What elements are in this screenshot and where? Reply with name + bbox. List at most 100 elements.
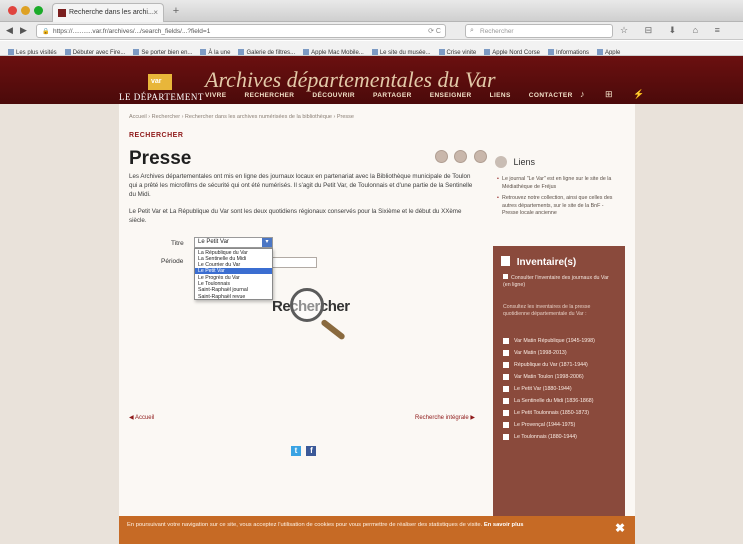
search-placeholder: Rechercher — [480, 28, 514, 35]
var-logo[interactable]: var — [148, 74, 172, 90]
url-bar[interactable]: 🔒 https://...........var.fr/archives/...… — [36, 24, 446, 38]
inventaire-item-label: Le Petit Toulonnais (1850-1873) — [514, 410, 589, 416]
dropdown-option[interactable]: Saint-Raphaël revue — [195, 293, 272, 300]
nav-item-contacter[interactable]: CONTACTER — [529, 92, 573, 99]
bookmark-item[interactable]: Galerie de filtres... — [238, 49, 295, 55]
share-icon[interactable] — [473, 150, 487, 163]
bookmark-icon — [547, 49, 554, 55]
inventaire-item[interactable]: Le Provençal (1944-1975) — [503, 422, 618, 429]
nav-item-liens[interactable]: LIENS — [490, 92, 511, 99]
tab-close-icon[interactable]: × — [153, 8, 158, 17]
browser-tab[interactable]: Recherche dans les archi... × — [52, 3, 164, 22]
site-title[interactable]: Archives départementales du Var — [205, 67, 496, 93]
chevron-down-icon[interactable]: ▾ — [262, 238, 272, 247]
square-bullet-icon — [503, 386, 509, 392]
inventaire-item-label: Var Matin Toulon (1998-2006) — [514, 374, 584, 380]
bookmark-item[interactable]: Apple — [596, 49, 620, 55]
titre-label: Titre — [171, 240, 184, 247]
inventaire-list: Var Matin République (1945-1998) Var Mati… — [503, 338, 618, 446]
minimize-window-button[interactable] — [21, 6, 30, 15]
square-bullet-icon — [503, 374, 509, 380]
bookmark-item[interactable]: Le site du musée... — [371, 49, 431, 55]
cookie-message: En poursuivant votre navigation sur ce s… — [127, 522, 484, 528]
bookmark-icon — [484, 49, 491, 55]
inventaire-heading: Inventaire(s) — [501, 256, 576, 268]
next-link[interactable]: Recherche intégrale ▶ — [415, 414, 475, 421]
cookie-text: En poursuivant votre navigation sur ce s… — [127, 521, 577, 529]
close-window-button[interactable] — [8, 6, 17, 15]
inventaire-title: Inventaire(s) — [516, 257, 577, 268]
site-favicon-icon — [58, 9, 66, 17]
new-tab-button[interactable]: + — [168, 5, 184, 19]
inventaire-item[interactable]: Le Petit Var (1880-1944) — [503, 386, 618, 393]
inventaire-item[interactable]: Var Matin République (1945-1998) — [503, 338, 618, 345]
forward-button[interactable]: ▶ — [20, 25, 27, 36]
inventaire-item-label: République du Var (1871-1944) — [514, 362, 588, 368]
bookmark-icon — [238, 49, 245, 55]
breadcrumb[interactable]: Accueil › Rechercher › Rechercher dans l… — [129, 114, 354, 120]
bookmark-item[interactable]: Apple Mac Mobile... — [303, 49, 364, 55]
cookie-more-link[interactable]: En savoir plus — [484, 522, 524, 528]
toolbar-icons[interactable]: ☆ ⊟ ⬇ ⌂ ≡ — [620, 25, 727, 36]
top-navigation: VIVRE RECHERCHER DÉCOUVRIR PARTAGER ENSEIGNE… — [205, 92, 591, 99]
departement-logo-text[interactable]: LE DÉPARTEMENT — [119, 92, 204, 102]
browser-navbar: ◀ ▶ 🔒 https://...........var.fr/archives… — [0, 22, 743, 40]
nav-item-rechercher[interactable]: RECHERCHER — [245, 92, 295, 99]
inventaire-description: Consultez les inventaires de la presse q… — [503, 304, 591, 317]
bookmark-item[interactable]: Informations — [547, 49, 589, 55]
square-bullet-icon — [503, 398, 509, 404]
bookmark-item[interactable]: Débuter avec Fire... — [64, 49, 125, 55]
document-icon — [501, 256, 510, 266]
link-icon — [495, 156, 507, 168]
liens-list: Le journal "Le Var" est en ligne sur le … — [497, 176, 621, 222]
nav-item-découvrir[interactable]: DÉCOUVRIR — [312, 92, 355, 99]
page-title: Presse — [129, 148, 192, 169]
bookmark-icon — [371, 49, 378, 55]
liens-item[interactable]: Retrouvez notre collection, ainsi que ce… — [497, 195, 621, 218]
inventaire-item[interactable]: Le Petit Toulonnais (1850-1873) — [503, 410, 618, 417]
nav-item-enseigner[interactable]: ENSEIGNER — [430, 92, 472, 99]
inventaire-item[interactable]: Le Toulonnais (1880-1944) — [503, 434, 618, 441]
tab-title: Recherche dans les archi... — [69, 9, 154, 16]
back-button[interactable]: ◀ — [6, 25, 13, 36]
inventaire-item[interactable]: La Sentinelle du Midi (1836-1868) — [503, 398, 618, 405]
inventaire-item-label: Le Provençal (1944-1975) — [514, 422, 576, 428]
square-bullet-icon — [503, 274, 508, 279]
magnifier-handle — [320, 318, 346, 341]
bookmark-item[interactable]: Apple Nord Corse — [484, 49, 540, 55]
titre-select[interactable]: Le Petit Var ▾ — [194, 237, 273, 248]
inventaire-intro[interactable]: Consulter l'inventaire des journaux du V… — [503, 274, 615, 289]
periode-label: Période — [161, 258, 184, 265]
previous-link[interactable]: ◀ Accueil — [129, 414, 154, 421]
twitter-icon[interactable]: t — [291, 446, 301, 456]
email-icon[interactable] — [454, 150, 468, 163]
social-links: t f — [291, 440, 317, 458]
close-icon[interactable]: ✖ — [615, 521, 625, 535]
facebook-icon[interactable]: f — [306, 446, 317, 456]
bookmark-item[interactable]: À la une — [200, 49, 230, 55]
nav-item-vivre[interactable]: VIVRE — [205, 92, 227, 99]
bookmark-icon — [200, 49, 207, 55]
reload-icon[interactable]: ⟳ C — [428, 27, 441, 35]
nav-item-partager[interactable]: PARTAGER — [373, 92, 412, 99]
bookmark-item[interactable]: Crise vinite — [438, 49, 476, 55]
zoom-window-button[interactable] — [34, 6, 43, 15]
inventaire-item[interactable]: Var Matin (1998-2013) — [503, 350, 618, 357]
header-tool-icons[interactable]: ♪ ⊞ ⚡ — [580, 89, 653, 100]
main-content: Accueil › Rechercher › Rechercher dans l… — [119, 104, 635, 544]
lock-icon: 🔒 — [42, 29, 50, 35]
bookmark-icon — [303, 49, 310, 55]
magnifier-icon — [290, 288, 324, 322]
bookmark-icon — [64, 49, 71, 55]
inventaire-item[interactable]: République du Var (1871-1944) — [503, 362, 618, 369]
inventaire-intro-link[interactable]: (en ligne) — [503, 282, 525, 288]
liens-item[interactable]: Le journal "Le Var" est en ligne sur le … — [497, 176, 621, 191]
print-icon[interactable] — [435, 150, 448, 163]
liens-title: Liens — [513, 157, 536, 167]
inventaire-item[interactable]: Var Matin Toulon (1998-2006) — [503, 374, 618, 381]
browser-search-input[interactable]: ⌕ Rechercher — [465, 24, 613, 38]
inventaire-item-label: Le Toulonnais (1880-1944) — [514, 434, 577, 440]
bookmark-icon — [438, 49, 445, 55]
bookmark-item[interactable]: Se porter bien en... — [133, 49, 192, 55]
bookmark-item[interactable]: Les plus visités — [8, 49, 57, 55]
